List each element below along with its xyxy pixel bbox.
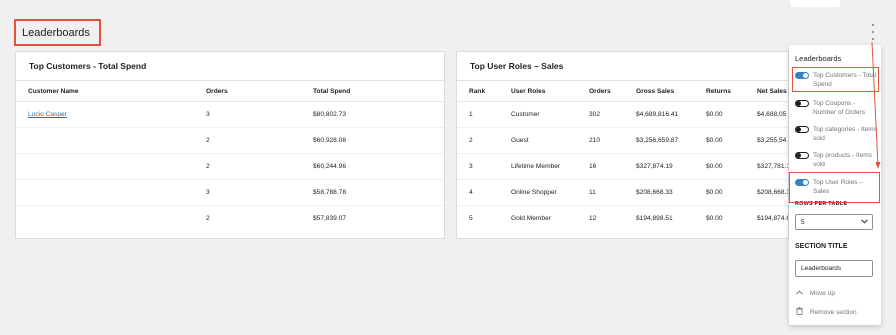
highlight-box-top-user-roles [789,172,880,203]
col-header: Orders [589,81,636,102]
customers-table: Customer Name Orders Total Spend Lucio C… [16,81,444,231]
cell-returns: $0.00 [706,101,757,128]
col-header: Returns [706,81,757,102]
select-value: 5 [801,218,805,226]
toggle-switch[interactable] [795,100,809,107]
cell-net: $208,668.3 [757,179,788,206]
cell-gross: $3,256,659.87 [636,127,706,154]
table-row: 1 Customer 302 $4,689,816.41 $0.00 $4,68… [457,101,788,128]
cell-orders: 210 [589,127,636,154]
cell-returns: $0.00 [706,179,757,206]
table-row: Lucio Casper 3 $80,802.73 [16,101,444,128]
cell-gross: $4,689,816.41 [636,101,706,128]
cell-role: Lifetime Member [511,153,589,180]
move-up-label: Move up [810,290,835,297]
cell-spend: $58,788.78 [313,179,444,206]
section-title-text: Leaderboards [22,26,90,39]
top-customers-card: Top Customers - Total Spend Customer Nam… [15,51,445,239]
cell-returns: $0.00 [706,153,757,180]
remove-section-button[interactable]: Remove section [796,307,857,317]
cell-spend: $60,244.96 [313,153,444,180]
rows-per-table-select[interactable]: 5 [795,214,873,230]
table-row: 2 $57,839.07 [16,206,444,232]
col-header: Customer Name [16,81,206,102]
col-header: Total Spend [313,81,444,102]
table-row: 4 Online Shopper 11 $208,668.33 $0.00 $2… [457,179,788,206]
cell-spend: $80,802.73 [313,101,444,128]
cell-role: Guest [511,127,589,154]
cell-orders: 302 [589,101,636,128]
cell-orders: 2 [206,127,313,154]
cell-orders: 3 [206,101,313,128]
toggle-top-categories[interactable]: Top categories - Items sold [795,125,879,143]
popover-title: Leaderboards [795,54,842,63]
highlight-box-top-customers [792,67,879,92]
col-header: Gross Sales [636,81,706,102]
cell-returns: $0.00 [706,127,757,154]
toggle-switch[interactable] [795,152,809,159]
cell-rank: 4 [457,179,511,206]
top-user-roles-card: Top User Roles – Sales Rank User Roles O… [456,51,789,239]
table-row: 2 Guest 210 $3,256,659.87 $0.00 $3,255,5… [457,127,788,154]
cell-gross: $327,874.19 [636,153,706,180]
trash-icon [796,307,806,317]
cell-role: Online Shopper [511,179,589,206]
section-title-label: SECTION TITLE [795,243,848,250]
table-row: 3 $58,788.78 [16,179,444,206]
cell-orders: 2 [206,215,210,222]
cell-name [16,153,206,180]
cell-gross: $208,668.33 [636,179,706,206]
cell-gross: $194,898.51 [636,215,673,222]
table-row: 3 Lifetime Member 16 $327,874.19 $0.00 $… [457,153,788,180]
section-title: Leaderboards [14,19,101,46]
toggle-switch[interactable] [795,126,809,133]
col-header: Rank [457,81,511,102]
toggle-top-products[interactable]: Top products - Items sold [795,151,879,169]
toggle-label: Top categories - Items sold [813,126,877,142]
toggle-label: Top Coupons - Number of Orders [813,100,866,116]
cell-name [16,206,206,232]
move-up-button[interactable]: Move up [796,290,835,297]
table-row: 5 Gold Member 12 $194,898.51 $0.00 $194,… [457,206,789,232]
cell-orders: 16 [589,153,636,180]
cell-net: $4,688,05 [757,101,788,128]
section-title-input[interactable]: Leaderboards [795,260,873,277]
cell-rank: 2 [457,127,511,154]
cell-orders: 3 [206,179,313,206]
col-header: User Roles [511,81,589,102]
cell-orders: 12 [589,215,597,222]
col-header: Net Sales [757,81,788,102]
cell-name [16,127,206,154]
chevron-down-icon [861,218,868,226]
remove-section-label: Remove section [810,308,857,316]
card-title: Top User Roles – Sales [457,52,788,81]
cell-spend: $60,928.08 [313,127,444,154]
chevron-up-icon [796,290,806,297]
roles-table: Rank User Roles Orders Gross Sales Retur… [457,81,789,232]
cell-rank: 3 [457,153,511,180]
top-chip [790,0,840,7]
table-row: 2 $60,244.96 [16,153,444,180]
cell-name [16,179,206,206]
cell-orders: 11 [589,179,636,206]
kebab-menu-icon[interactable] [870,24,876,40]
cell-role: Customer [511,101,589,128]
cell-returns: $0.00 [706,215,723,222]
card-title: Top Customers - Total Spend [16,52,444,81]
toggle-top-coupons[interactable]: Top Coupons - Number of Orders [795,99,879,117]
cell-rank: 1 [457,101,511,128]
toggle-label: Top products - Items sold [813,152,872,168]
table-row: 2 $60,928.08 [16,127,444,154]
cell-role: Gold Member [511,215,551,222]
cell-net: $327,781.1 [757,153,788,180]
col-header: Orders [206,81,313,102]
cell-net: $194,874.6 [757,215,789,222]
cell-rank: 5 [469,215,473,222]
cell-spend: $57,839.07 [313,215,347,222]
cell-orders: 2 [206,153,313,180]
customer-link[interactable]: Lucio Casper [28,111,67,118]
cell-net: $3,255,54 [757,127,788,154]
